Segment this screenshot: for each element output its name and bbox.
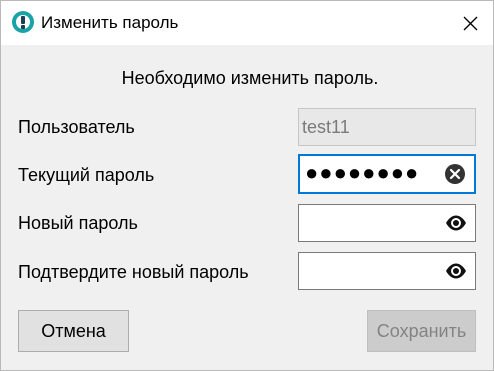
close-icon <box>463 16 478 31</box>
new-password-field[interactable] <box>298 204 476 242</box>
username-label: Пользователь <box>18 117 135 137</box>
username-input <box>302 109 442 145</box>
change-password-dialog: Изменить пароль Необходимо изменить паро… <box>0 0 494 371</box>
save-button[interactable]: Сохранить <box>367 310 476 352</box>
current-password-masked-value[interactable]: ●●●●●●●● <box>305 156 419 190</box>
username-field <box>298 108 476 146</box>
dialog-message-row: Необходимо изменить пароль. <box>1 68 493 89</box>
confirm-password-field[interactable] <box>298 252 476 290</box>
title-bar: Изменить пароль <box>1 1 493 45</box>
new-password-label: Новый пароль <box>18 213 138 233</box>
confirm-password-input[interactable] <box>302 253 442 289</box>
info-exclamation-icon <box>12 11 34 33</box>
cancel-button[interactable]: Отмена <box>18 310 129 352</box>
current-password-label: Текущий пароль <box>18 165 155 185</box>
new-password-input[interactable] <box>302 205 442 241</box>
window-title: Изменить пароль <box>41 13 179 32</box>
confirm-password-label: Подтвердите новый пароль <box>18 262 249 282</box>
close-button[interactable] <box>447 1 493 45</box>
clear-icon[interactable] <box>444 163 466 185</box>
current-password-field[interactable]: ●●●●●●●● <box>298 154 476 194</box>
eye-icon[interactable] <box>445 212 467 234</box>
dialog-message: Необходимо изменить пароль. <box>121 68 379 88</box>
eye-icon[interactable] <box>445 260 467 282</box>
